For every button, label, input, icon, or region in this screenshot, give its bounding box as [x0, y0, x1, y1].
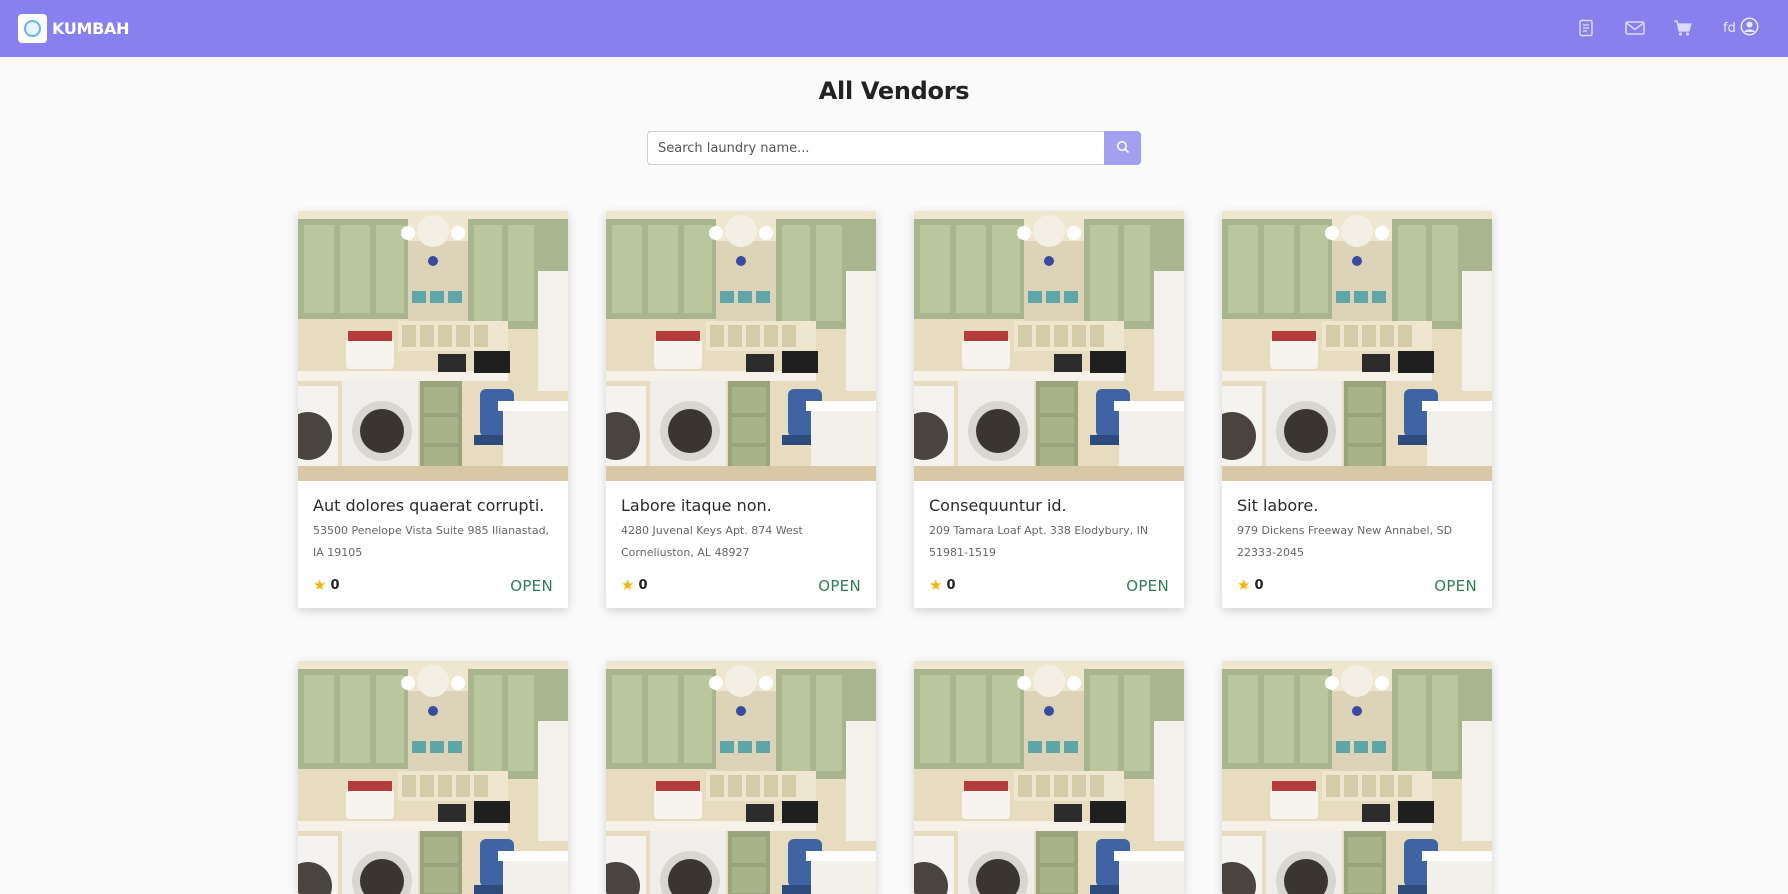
page-title: All Vendors: [818, 77, 970, 105]
vendor-status: OPEN: [818, 577, 861, 595]
rating-value: 0: [946, 577, 956, 593]
vendor-name: Labore itaque non.: [621, 496, 772, 515]
vendor-image: [606, 211, 876, 481]
vendor-image: [1222, 661, 1492, 894]
vendor-card[interactable]: Labore itaque non. 4280 Juvenal Keys Apt…: [606, 211, 876, 608]
vendor-rating: ★ 0: [1237, 576, 1264, 594]
search-icon: [1116, 140, 1130, 157]
rating-value: 0: [638, 577, 648, 593]
rating-value: 0: [1254, 577, 1264, 593]
vendor-address: 53500 Penelope Vista Suite 985 Ilianasta…: [313, 524, 550, 559]
mail-icon[interactable]: [1623, 16, 1647, 40]
vendor-name: Consequuntur id.: [929, 496, 1067, 515]
vendor-name: Aut dolores quaerat corrupti.: [313, 496, 545, 515]
rating-value: 0: [330, 577, 340, 593]
vendor-card[interactable]: [914, 661, 1184, 894]
vendor-name: Sit labore.: [1237, 496, 1319, 515]
username: fd: [1723, 20, 1736, 36]
vendor-image: [606, 661, 876, 894]
vendor-address: 979 Dickens Freeway New Annabel, SD 2233…: [1237, 524, 1453, 559]
vendor-rating: ★ 0: [313, 576, 340, 594]
vendor-card[interactable]: [298, 661, 568, 894]
star-icon: ★: [929, 576, 943, 594]
search-input[interactable]: [647, 131, 1104, 165]
vendor-address: 4280 Juvenal Keys Apt. 874 West Corneliu…: [621, 524, 803, 559]
kumbah-logo-icon: [18, 13, 47, 43]
brand-logo-link[interactable]: KUMBAH: [18, 13, 130, 43]
vendor-status: OPEN: [1434, 577, 1477, 595]
vendor-status: OPEN: [510, 577, 553, 595]
brand-name: KUMBAH: [52, 18, 130, 38]
navbar: KUMBAH fd: [0, 0, 1788, 57]
cart-icon[interactable]: [1671, 16, 1695, 40]
vendor-address: 209 Tamara Loaf Apt. 338 Elodybury, IN 5…: [929, 524, 1149, 559]
vendor-image: [298, 211, 568, 481]
vendor-image: [914, 661, 1184, 894]
search-button[interactable]: [1104, 131, 1141, 165]
vendor-rating: ★ 0: [929, 576, 956, 594]
user-menu[interactable]: fd: [1723, 16, 1759, 40]
vendor-card[interactable]: Aut dolores quaerat corrupti. 53500 Pene…: [298, 211, 568, 608]
vendor-card[interactable]: Consequuntur id. 209 Tamara Loaf Apt. 33…: [914, 211, 1184, 608]
vendor-card[interactable]: [1222, 661, 1492, 894]
vendor-card[interactable]: Sit labore. 979 Dickens Freeway New Anna…: [1222, 211, 1492, 608]
star-icon: ★: [1237, 576, 1251, 594]
vendor-image: [914, 211, 1184, 481]
vendor-image: [298, 661, 568, 894]
vendor-rating: ★ 0: [621, 576, 648, 594]
vendor-image: [1222, 211, 1492, 481]
search-bar: [647, 131, 1141, 165]
star-icon: ★: [621, 576, 635, 594]
orders-icon[interactable]: [1574, 16, 1598, 40]
vendor-card[interactable]: [606, 661, 876, 894]
user-circle-icon: [1740, 17, 1759, 40]
star-icon: ★: [313, 576, 327, 594]
vendor-status: OPEN: [1126, 577, 1169, 595]
